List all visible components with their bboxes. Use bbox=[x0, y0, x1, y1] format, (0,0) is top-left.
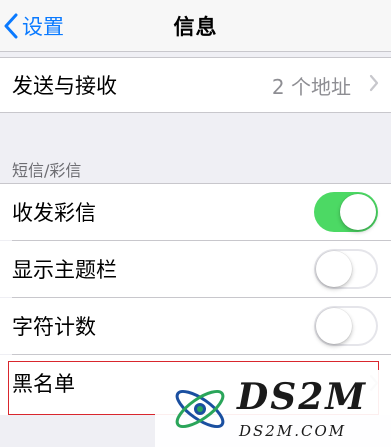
mms-toggle[interactable] bbox=[314, 192, 378, 232]
character-count-toggle[interactable] bbox=[314, 306, 378, 346]
character-count-row: 字符计数 bbox=[0, 298, 391, 354]
mms-label: 收发彩信 bbox=[12, 201, 96, 225]
send-receive-row[interactable]: 发送与接收 2 个地址 bbox=[0, 58, 391, 112]
character-count-label: 字符计数 bbox=[12, 315, 96, 339]
send-receive-label: 发送与接收 bbox=[12, 74, 117, 98]
divider bbox=[0, 112, 391, 113]
watermark-domain: DS2M.COM bbox=[239, 422, 347, 440]
toggle-knob bbox=[316, 251, 352, 287]
watermark: DS2M DS2M.COM bbox=[155, 370, 391, 447]
navigation-bar: 设置 信息 bbox=[0, 0, 391, 52]
subject-field-label: 显示主题栏 bbox=[12, 258, 117, 282]
send-receive-value: 2 个地址 bbox=[271, 74, 351, 99]
section-header-sms-mms: 短信/彩信 bbox=[12, 161, 82, 180]
toggle-knob bbox=[316, 308, 352, 344]
chevron-right-icon bbox=[369, 74, 379, 96]
toggle-knob bbox=[340, 194, 376, 230]
subject-field-row: 显示主题栏 bbox=[0, 241, 391, 297]
atom-logo-icon bbox=[169, 380, 231, 442]
watermark-brand: DS2M bbox=[237, 376, 368, 418]
subject-field-toggle[interactable] bbox=[314, 249, 378, 289]
mms-row: 收发彩信 bbox=[0, 184, 391, 240]
messages-settings-screen: 设置 信息 发送与接收 2 个地址 短信/彩信 收发彩信 显示主题栏 字符计数 bbox=[0, 0, 391, 447]
page-title: 信息 bbox=[173, 15, 218, 39]
